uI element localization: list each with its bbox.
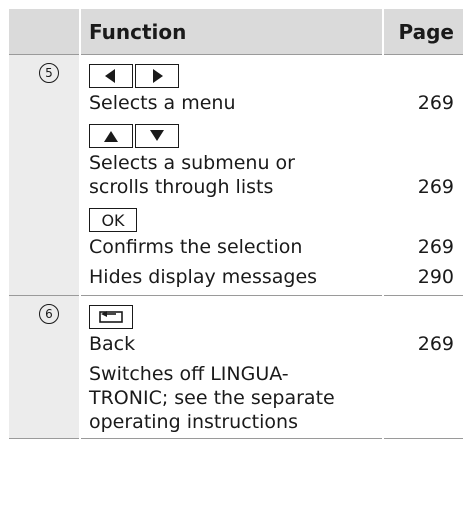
page-number: 269 bbox=[417, 236, 454, 258]
header-page: Page bbox=[398, 19, 455, 44]
page-cell: 269 269 269 290 bbox=[383, 55, 463, 296]
item-number-6: 6 bbox=[39, 304, 59, 324]
function-cell: Back Switches off LINGUA- TRONIC; see th… bbox=[80, 295, 384, 439]
header-function: Function bbox=[80, 9, 384, 55]
ok-key: OK bbox=[89, 208, 137, 232]
function-text: Back bbox=[89, 333, 136, 355]
key-group-ok: OK bbox=[89, 205, 382, 235]
item-number-cell: 6 bbox=[9, 295, 81, 439]
item-number-5: 5 bbox=[39, 63, 59, 83]
page-number: 269 bbox=[417, 92, 454, 114]
key-group-back bbox=[89, 302, 382, 332]
page-number: 290 bbox=[417, 266, 454, 288]
function-text: Selects a submenu or bbox=[89, 152, 295, 174]
table-row: 6 Back Switches off LINGUA- TRONIC; see … bbox=[9, 295, 463, 439]
table-row: 5 Selects a menu Selects a submenu or sc… bbox=[9, 54, 463, 296]
back-icon bbox=[89, 305, 133, 329]
function-text: Switches off LINGUA- bbox=[89, 363, 289, 385]
function-text: operating instructions bbox=[89, 411, 298, 433]
page-number: 269 bbox=[417, 333, 454, 355]
page-number: 269 bbox=[417, 176, 454, 198]
function-table: Function Page 5 Selects a menu Selects a… bbox=[9, 9, 463, 439]
function-text: Hides display messages bbox=[89, 266, 318, 288]
down-arrow-icon bbox=[135, 124, 179, 148]
function-text: Selects a menu bbox=[89, 92, 236, 114]
table-header: Function Page bbox=[9, 9, 463, 55]
function-text: Confirms the selection bbox=[89, 236, 303, 258]
right-arrow-icon bbox=[135, 64, 179, 88]
page-cell: 269 bbox=[383, 296, 463, 439]
function-text: TRONIC; see the separate bbox=[89, 387, 335, 409]
page: Function Page 5 Selects a menu Selects a… bbox=[0, 0, 464, 505]
item-number-cell: 5 bbox=[9, 54, 81, 296]
function-cell: Selects a menu Selects a submenu or scro… bbox=[80, 54, 384, 296]
key-group-up-down bbox=[89, 121, 382, 151]
header-number-cell bbox=[9, 9, 81, 55]
function-text: scrolls through lists bbox=[89, 176, 274, 198]
key-group-left-right bbox=[89, 61, 382, 91]
left-arrow-icon bbox=[89, 64, 133, 88]
up-arrow-icon bbox=[89, 124, 133, 148]
